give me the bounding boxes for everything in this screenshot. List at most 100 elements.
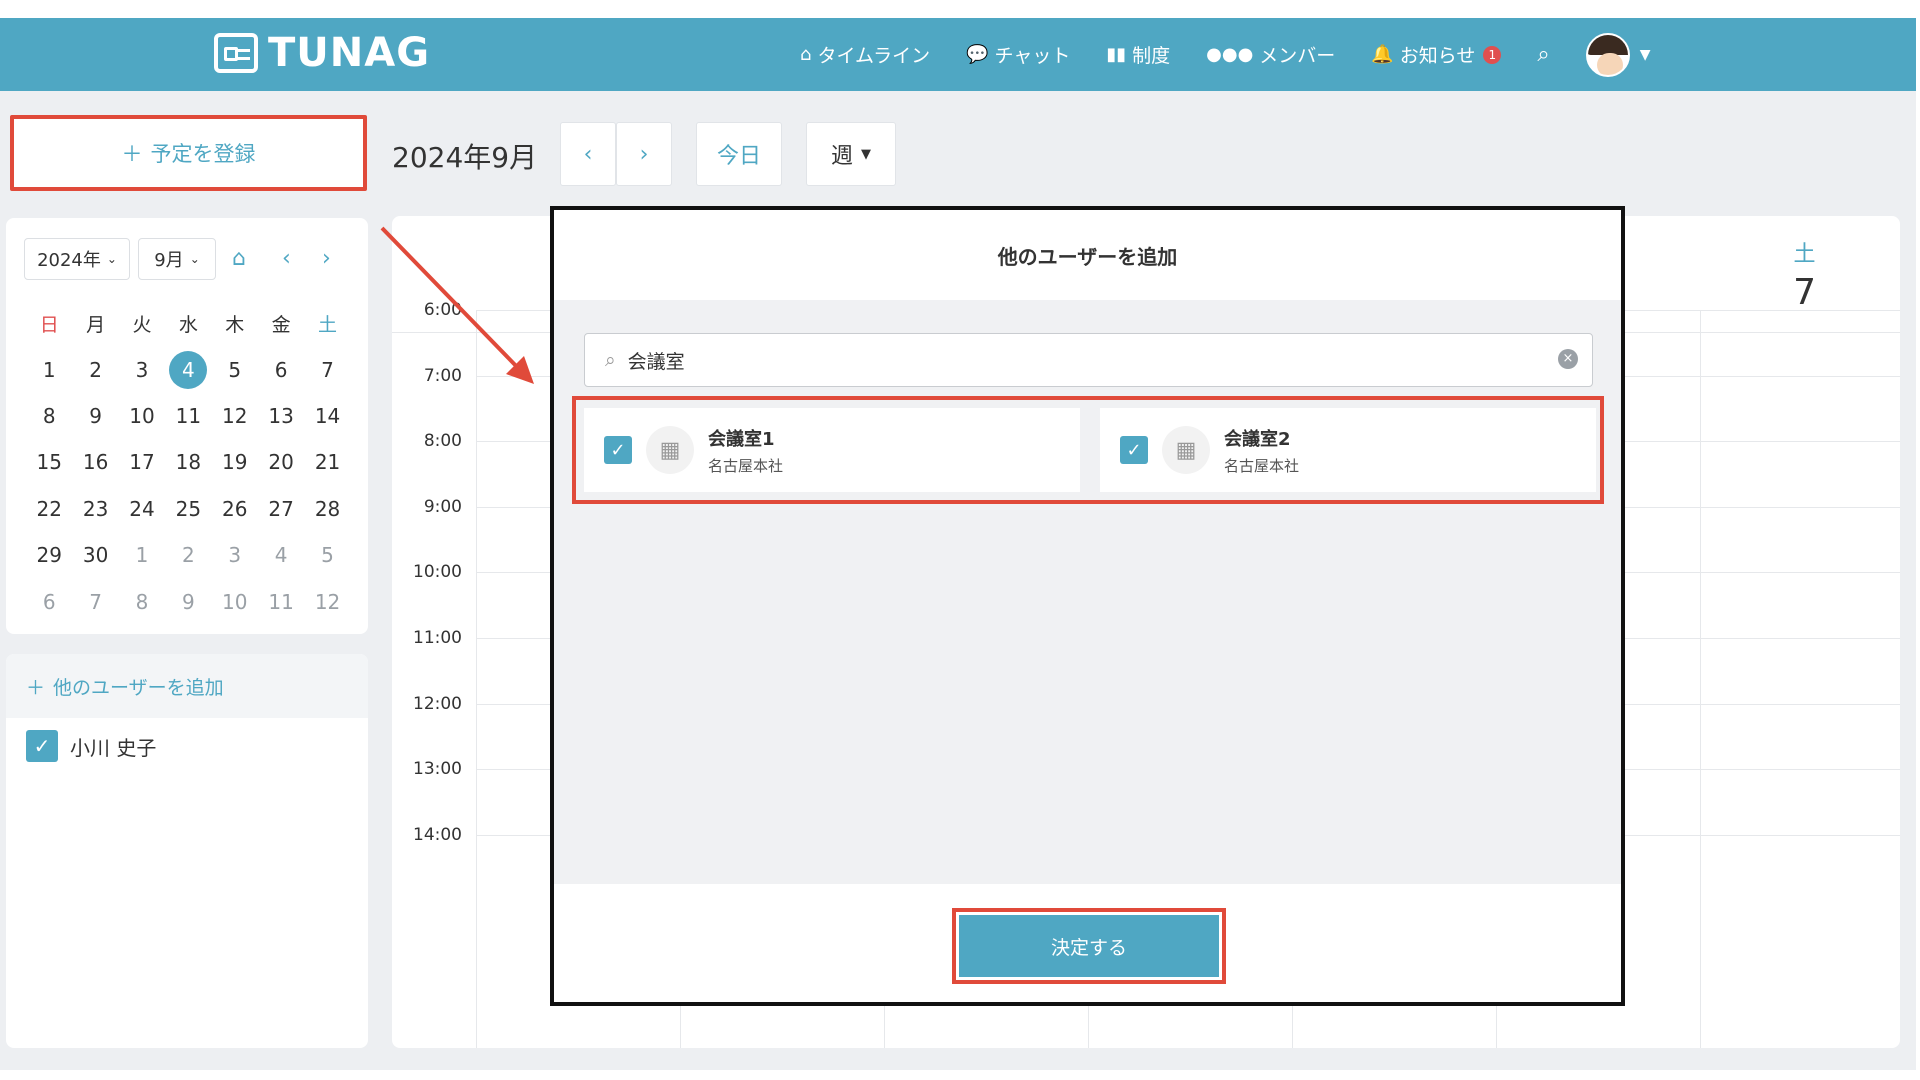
notification-badge: 1	[1483, 45, 1502, 64]
calendar-day[interactable]: 2	[72, 346, 118, 392]
time-label: 13:00	[413, 759, 462, 780]
user-avatar[interactable]	[1585, 32, 1630, 77]
result-item-room2[interactable]: ✓ ▦ 会議室2 名古屋本社	[1100, 408, 1596, 492]
user-item[interactable]: ✓ 小川 史子	[6, 718, 368, 762]
nav-notifications[interactable]: 🔔 お知らせ 1	[1371, 41, 1502, 68]
clear-icon[interactable]: ×	[1558, 349, 1578, 369]
calendar-day[interactable]: 29	[26, 532, 72, 578]
search-results: ✓ ▦ 会議室1 名古屋本社 ✓ ▦ 会議室2 名古屋本社	[572, 396, 1604, 504]
calendar-day[interactable]: 4	[165, 346, 211, 392]
user-search-input[interactable]: ⌕ 会議室 ×	[584, 333, 1593, 387]
home-icon[interactable]: ⌂	[232, 246, 246, 271]
calendar-day[interactable]: 3	[119, 346, 165, 392]
view-label: 週	[830, 144, 853, 169]
calendar-day[interactable]: 7	[72, 578, 118, 624]
meeting-room-icon: ▦	[1162, 426, 1210, 474]
nav-members-label: メンバー	[1259, 45, 1336, 67]
meeting-room-icon: ▦	[646, 426, 694, 474]
nav-notifications-label: お知らせ	[1399, 45, 1476, 67]
day-column-divider	[476, 310, 477, 1048]
prev-week-button[interactable]: ‹	[560, 122, 616, 186]
calendar-day[interactable]: 9	[165, 578, 211, 624]
view-dropdown[interactable]: 週 ▼	[806, 122, 896, 186]
calendar-day[interactable]: 8	[26, 393, 72, 439]
time-label: 14:00	[413, 824, 462, 845]
chevron-right-icon: ›	[639, 141, 649, 167]
year-select[interactable]: 2024年 ⌄	[24, 238, 130, 280]
calendar-day[interactable]: 7	[304, 346, 350, 392]
checkbox-checked-icon[interactable]: ✓	[26, 730, 58, 762]
next-week-button[interactable]: ›	[616, 122, 672, 186]
today-button[interactable]: 今日	[696, 122, 782, 186]
month-title: 2024年9月	[392, 141, 538, 174]
result-item-room1[interactable]: ✓ ▦ 会議室1 名古屋本社	[584, 408, 1080, 492]
nav-chat-label: チャット	[994, 45, 1071, 67]
calendar-day[interactable]: 15	[26, 439, 72, 485]
calendar-day[interactable]: 24	[119, 486, 165, 532]
calendar-day[interactable]: 14	[304, 393, 350, 439]
calendar-day[interactable]: 10	[119, 393, 165, 439]
time-label: 6:00	[423, 300, 462, 320]
calendar-day[interactable]: 1	[26, 346, 72, 392]
chevron-down-icon[interactable]: ▼	[1640, 47, 1651, 63]
calendar-day[interactable]: 25	[165, 486, 211, 532]
time-label: 11:00	[413, 628, 462, 648]
users-panel: ＋ 他のユーザーを追加 ✓ 小川 史子	[6, 654, 368, 1048]
user-name: 小川 史子	[70, 735, 157, 760]
calendar-day[interactable]: 27	[258, 486, 304, 532]
calendar-day[interactable]: 5	[304, 532, 350, 578]
calendar-day[interactable]: 5	[212, 346, 258, 392]
calendar-day[interactable]: 28	[304, 486, 350, 532]
chevron-right-icon[interactable]: ›	[322, 246, 331, 271]
calendar-day[interactable]: 23	[72, 486, 118, 532]
search-icon[interactable]: ⌕	[1537, 42, 1549, 67]
month-select[interactable]: 9月 ⌄	[138, 238, 216, 280]
calendar-day[interactable]: 10	[212, 578, 258, 624]
bell-icon: 🔔	[1371, 44, 1394, 65]
calendar-day[interactable]: 22	[26, 486, 72, 532]
book-icon: ▮▮	[1106, 44, 1127, 65]
year-select-value: 2024年	[37, 250, 101, 271]
calendar-day[interactable]: 2	[165, 532, 211, 578]
calendar-day[interactable]: 4	[258, 532, 304, 578]
modal-footer: 決定する	[554, 884, 1621, 1002]
nav-timeline[interactable]: ⌂ タイムライン	[800, 41, 930, 68]
calendar-day[interactable]: 17	[119, 439, 165, 485]
add-event-button[interactable]: ＋ 予定を登録	[10, 115, 367, 191]
calendar-day[interactable]: 1	[119, 532, 165, 578]
calendar-day[interactable]: 9	[72, 393, 118, 439]
logo-icon	[214, 33, 258, 73]
calendar-day[interactable]: 8	[119, 578, 165, 624]
calendar-day[interactable]: 11	[258, 578, 304, 624]
nav-members[interactable]: ●●● メンバー	[1206, 41, 1335, 68]
calendar-day[interactable]: 16	[72, 439, 118, 485]
calendar-day[interactable]: 19	[212, 439, 258, 485]
calendar-day[interactable]: 11	[165, 393, 211, 439]
calendar-day[interactable]: 6	[258, 346, 304, 392]
calendar-day[interactable]: 18	[165, 439, 211, 485]
tunag-logo[interactable]: TUNAG	[214, 30, 430, 76]
time-label: 12:00	[413, 693, 462, 714]
confirm-button[interactable]: 決定する	[959, 915, 1219, 977]
main-nav: ⌂ タイムライン 💬 チャット ▮▮ 制度 ●●● メンバー 🔔 お知らせ 1 …	[800, 18, 1650, 91]
saturday-date: 7	[1793, 272, 1816, 313]
calendar-day[interactable]: 20	[258, 439, 304, 485]
checkbox-checked-icon[interactable]: ✓	[604, 436, 632, 464]
top-navigation-bar: TUNAG ⌂ タイムライン 💬 チャット ▮▮ 制度 ●●● メンバー 🔔 お…	[0, 18, 1916, 91]
calendar-day[interactable]: 3	[212, 532, 258, 578]
calendar-day[interactable]: 26	[212, 486, 258, 532]
calendar-day[interactable]: 30	[72, 532, 118, 578]
plus-icon: ＋	[121, 142, 143, 166]
nav-chat[interactable]: 💬 チャット	[966, 41, 1070, 68]
calendar-day[interactable]: 13	[258, 393, 304, 439]
chevron-left-icon[interactable]: ‹	[282, 246, 291, 271]
calendar-day[interactable]: 12	[304, 578, 350, 624]
add-other-users-label: 他のユーザーを追加	[53, 676, 224, 699]
time-label: 7:00	[423, 365, 462, 386]
checkbox-checked-icon[interactable]: ✓	[1120, 436, 1148, 464]
nav-system[interactable]: ▮▮ 制度	[1106, 41, 1170, 68]
calendar-day[interactable]: 12	[212, 393, 258, 439]
add-other-users-link[interactable]: ＋ 他のユーザーを追加	[6, 654, 368, 718]
calendar-day[interactable]: 21	[304, 439, 350, 485]
calendar-day[interactable]: 6	[26, 578, 72, 624]
